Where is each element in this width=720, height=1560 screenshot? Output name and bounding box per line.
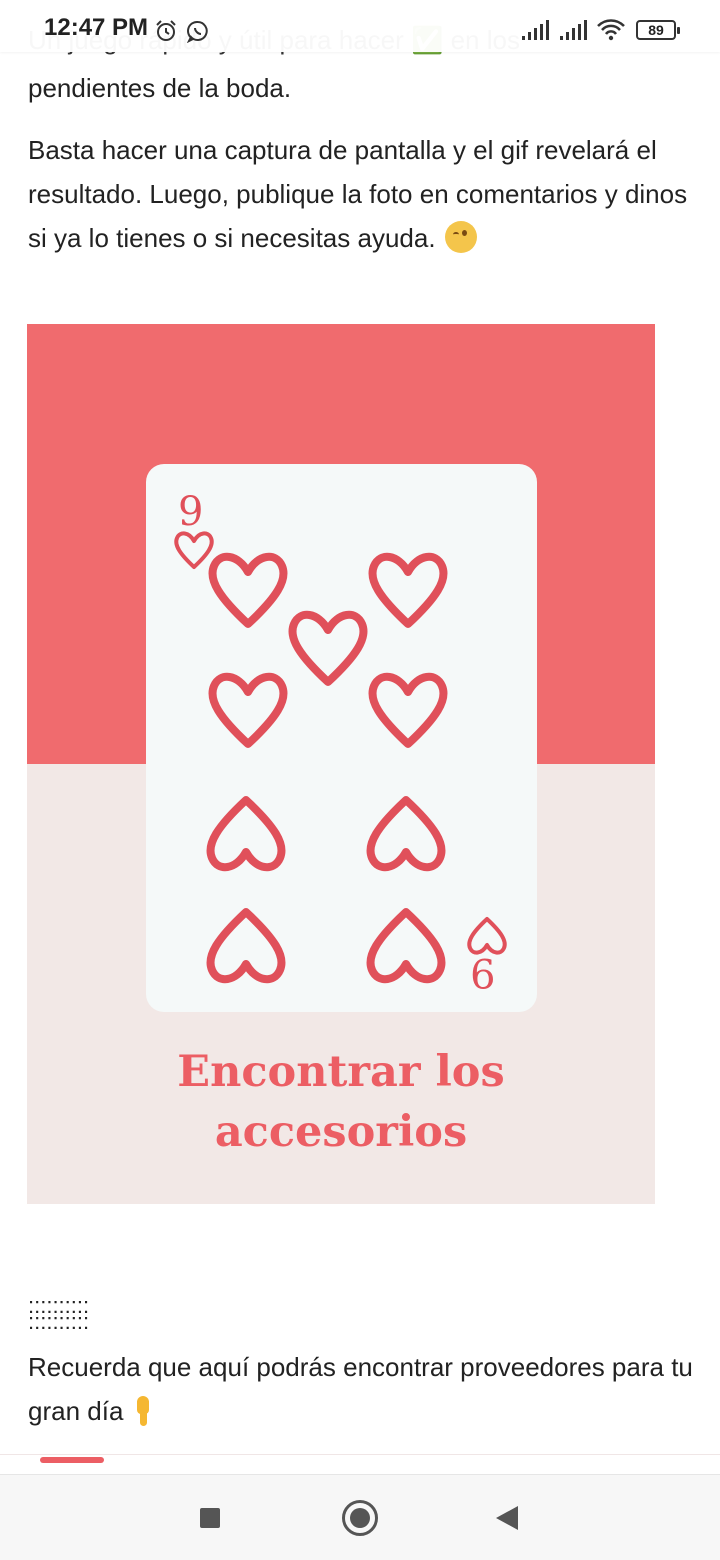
signal-icon [522, 20, 549, 40]
promo-caption: Encontrar los accesorios [27, 1042, 655, 1162]
article-paragraph-1: pendientes de la boda. [28, 73, 292, 103]
card-rank-bottom: 9 [470, 949, 496, 995]
pointing-down-emoji [131, 1396, 155, 1426]
corner-heart-icon [174, 531, 214, 569]
home-button[interactable] [320, 1475, 400, 1560]
article-paragraph-3-text: Recuerda que aquí podrás encontrar prove… [28, 1352, 693, 1426]
status-time: 12:47 PM [44, 14, 149, 41]
corner-heart-icon [467, 917, 507, 955]
heart-pip-icon [370, 912, 441, 979]
article-paragraph-2: Basta hacer una captura de pantalla y el… [28, 128, 700, 260]
article-content: Un juego rápido y útil para hacer ✅ en l… [0, 0, 720, 1470]
signal-icon [560, 20, 587, 40]
heart-pip-icon [210, 912, 281, 979]
status-bar: 12:47 PM 89 [0, 0, 720, 52]
system-nav-bar [0, 1474, 720, 1560]
heart-pip-icon [210, 800, 281, 867]
text-separator: :::::::::: :::::::::: [28, 1293, 90, 1334]
article-paragraph-3: Recuerda que aquí podrás encontrar prove… [28, 1345, 700, 1433]
card-hearts-graphic [174, 531, 507, 1012]
playing-card: 9 9 [146, 464, 537, 1012]
heart-pip-icon [372, 557, 443, 624]
recents-button[interactable] [170, 1475, 250, 1560]
article-paragraph-2-text: Basta hacer una captura de pantalla y el… [28, 135, 688, 253]
promo-image[interactable]: 9 9 Encontrar los accesorios [27, 324, 655, 1204]
promo-caption-line-2: accesorios [214, 1107, 468, 1157]
winking-face-emoji [444, 221, 477, 253]
heart-pip-icon [292, 615, 363, 682]
back-button[interactable] [468, 1475, 548, 1560]
wifi-icon [597, 19, 625, 41]
whatsapp-icon [186, 20, 208, 43]
heart-pip-icon [212, 677, 283, 744]
battery-icon: 89 [636, 20, 680, 40]
alarm-icon [156, 20, 176, 41]
heart-pip-icon [372, 677, 443, 744]
card-rank-top: 9 [178, 489, 204, 535]
active-tab-indicator [40, 1457, 104, 1463]
heart-pip-icon [212, 557, 283, 624]
promo-caption-line-1: Encontrar los [177, 1047, 505, 1097]
heart-pip-icon [370, 800, 441, 867]
bottom-tab-bar[interactable] [0, 1454, 720, 1474]
